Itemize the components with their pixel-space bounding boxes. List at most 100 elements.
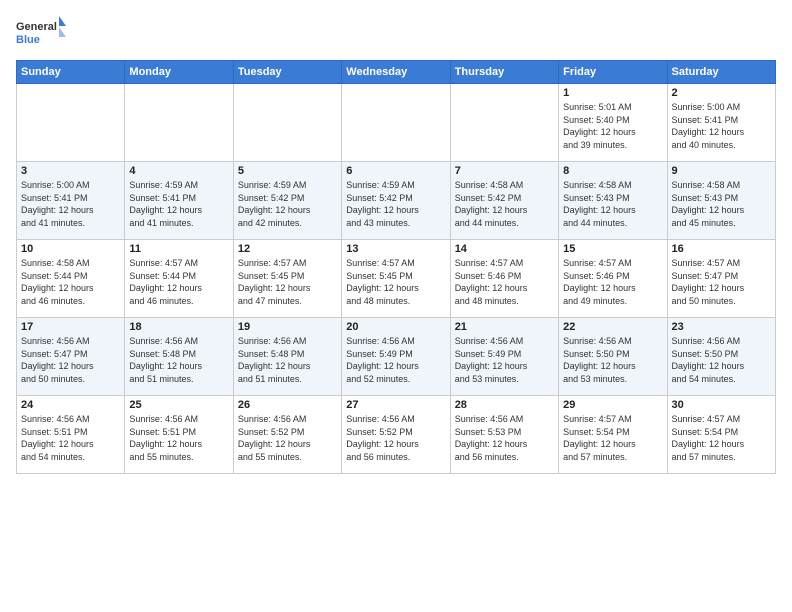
day-info: Sunrise: 4:58 AM Sunset: 5:43 PM Dayligh…: [672, 179, 771, 229]
day-info: Sunrise: 4:56 AM Sunset: 5:49 PM Dayligh…: [346, 335, 445, 385]
day-number: 9: [672, 165, 771, 177]
calendar-cell: 25Sunrise: 4:56 AM Sunset: 5:51 PM Dayli…: [125, 396, 233, 474]
calendar-cell: 2 Sunrise: 5:00 AM Sunset: 5:41 PM Daylig…: [667, 84, 775, 162]
day-info: Sunrise: 4:58 AM Sunset: 5:43 PM Dayligh…: [563, 179, 662, 229]
header: General Blue: [16, 16, 776, 48]
day-info: Sunrise: 4:57 AM Sunset: 5:46 PM Dayligh…: [563, 257, 662, 307]
weekday-header: Saturday: [667, 61, 775, 84]
calendar-cell: 24Sunrise: 4:56 AM Sunset: 5:51 PM Dayli…: [17, 396, 125, 474]
calendar-cell: 21 Sunrise: 4:56 AM Sunset: 5:49 PM Dayli…: [450, 318, 558, 396]
day-number: 18: [129, 321, 228, 333]
day-info: Sunrise: 4:56 AM Sunset: 5:50 PM Dayligh…: [563, 335, 662, 385]
calendar-cell: 5 Sunrise: 4:59 AM Sunset: 5:42 PM Daylig…: [233, 162, 341, 240]
calendar-cell: 10Sunrise: 4:58 AM Sunset: 5:44 PM Dayli…: [17, 240, 125, 318]
day-number: 8: [563, 165, 662, 177]
day-number: 30: [672, 399, 771, 411]
day-number: 2: [672, 87, 771, 99]
calendar-cell: 30 Sunrise: 4:57 AM Sunset: 5:54 PM Dayli…: [667, 396, 775, 474]
day-info: Sunrise: 4:56 AM Sunset: 5:47 PM Dayligh…: [21, 335, 120, 385]
calendar-week-row: 1Sunrise: 5:01 AM Sunset: 5:40 PM Daylig…: [17, 84, 776, 162]
day-number: 16: [672, 243, 771, 255]
calendar-cell: 23Sunrise: 4:56 AM Sunset: 5:50 PM Dayli…: [667, 318, 775, 396]
calendar: SundayMondayTuesdayWednesdayThursdayFrid…: [16, 60, 776, 474]
day-info: Sunrise: 4:56 AM Sunset: 5:48 PM Dayligh…: [238, 335, 337, 385]
calendar-cell: 1Sunrise: 5:01 AM Sunset: 5:40 PM Daylig…: [559, 84, 667, 162]
day-info: Sunrise: 4:57 AM Sunset: 5:54 PM Dayligh…: [672, 413, 771, 463]
day-info: Sunrise: 4:57 AM Sunset: 5:47 PM Dayligh…: [672, 257, 771, 307]
day-info: Sunrise: 4:56 AM Sunset: 5:48 PM Dayligh…: [129, 335, 228, 385]
day-info: Sunrise: 4:56 AM Sunset: 5:52 PM Dayligh…: [346, 413, 445, 463]
calendar-cell: [125, 84, 233, 162]
calendar-cell: 4 Sunrise: 4:59 AM Sunset: 5:41 PM Daylig…: [125, 162, 233, 240]
day-number: 27: [346, 399, 445, 411]
calendar-cell: [450, 84, 558, 162]
day-info: Sunrise: 4:57 AM Sunset: 5:45 PM Dayligh…: [346, 257, 445, 307]
day-info: Sunrise: 4:57 AM Sunset: 5:54 PM Dayligh…: [563, 413, 662, 463]
calendar-cell: 14 Sunrise: 4:57 AM Sunset: 5:46 PM Dayli…: [450, 240, 558, 318]
day-number: 6: [346, 165, 445, 177]
svg-text:Blue: Blue: [16, 34, 40, 46]
calendar-cell: 22 Sunrise: 4:56 AM Sunset: 5:50 PM Dayli…: [559, 318, 667, 396]
day-info: Sunrise: 4:57 AM Sunset: 5:44 PM Dayligh…: [129, 257, 228, 307]
day-number: 15: [563, 243, 662, 255]
day-number: 20: [346, 321, 445, 333]
day-info: Sunrise: 4:57 AM Sunset: 5:45 PM Dayligh…: [238, 257, 337, 307]
calendar-cell: 6 Sunrise: 4:59 AM Sunset: 5:42 PM Daylig…: [342, 162, 450, 240]
calendar-cell: 3Sunrise: 5:00 AM Sunset: 5:41 PM Daylig…: [17, 162, 125, 240]
logo-svg: General Blue: [16, 16, 66, 48]
day-info: Sunrise: 4:57 AM Sunset: 5:46 PM Dayligh…: [455, 257, 554, 307]
day-number: 25: [129, 399, 228, 411]
calendar-cell: 18 Sunrise: 4:56 AM Sunset: 5:48 PM Dayli…: [125, 318, 233, 396]
day-info: Sunrise: 4:59 AM Sunset: 5:41 PM Dayligh…: [129, 179, 228, 229]
weekday-header: Tuesday: [233, 61, 341, 84]
calendar-cell: 29 Sunrise: 4:57 AM Sunset: 5:54 PM Dayli…: [559, 396, 667, 474]
weekday-header: Monday: [125, 61, 233, 84]
calendar-cell: [233, 84, 341, 162]
calendar-cell: 27 Sunrise: 4:56 AM Sunset: 5:52 PM Dayli…: [342, 396, 450, 474]
logo: General Blue: [16, 16, 66, 48]
day-number: 5: [238, 165, 337, 177]
calendar-cell: 20 Sunrise: 4:56 AM Sunset: 5:49 PM Dayli…: [342, 318, 450, 396]
calendar-cell: 13 Sunrise: 4:57 AM Sunset: 5:45 PM Dayli…: [342, 240, 450, 318]
calendar-cell: 19Sunrise: 4:56 AM Sunset: 5:48 PM Dayli…: [233, 318, 341, 396]
calendar-week-row: 17Sunrise: 4:56 AM Sunset: 5:47 PM Dayli…: [17, 318, 776, 396]
calendar-cell: 28 Sunrise: 4:56 AM Sunset: 5:53 PM Dayli…: [450, 396, 558, 474]
day-number: 4: [129, 165, 228, 177]
day-number: 29: [563, 399, 662, 411]
weekday-header: Thursday: [450, 61, 558, 84]
calendar-cell: 17Sunrise: 4:56 AM Sunset: 5:47 PM Dayli…: [17, 318, 125, 396]
day-info: Sunrise: 5:01 AM Sunset: 5:40 PM Dayligh…: [563, 101, 662, 151]
day-number: 11: [129, 243, 228, 255]
calendar-cell: 15 Sunrise: 4:57 AM Sunset: 5:46 PM Dayli…: [559, 240, 667, 318]
day-number: 22: [563, 321, 662, 333]
day-info: Sunrise: 4:56 AM Sunset: 5:52 PM Dayligh…: [238, 413, 337, 463]
calendar-cell: 9 Sunrise: 4:58 AM Sunset: 5:43 PM Daylig…: [667, 162, 775, 240]
calendar-week-row: 24Sunrise: 4:56 AM Sunset: 5:51 PM Dayli…: [17, 396, 776, 474]
weekday-header-row: SundayMondayTuesdayWednesdayThursdayFrid…: [17, 61, 776, 84]
calendar-cell: 26 Sunrise: 4:56 AM Sunset: 5:52 PM Dayli…: [233, 396, 341, 474]
day-info: Sunrise: 4:56 AM Sunset: 5:51 PM Dayligh…: [21, 413, 120, 463]
calendar-cell: 16 Sunrise: 4:57 AM Sunset: 5:47 PM Dayli…: [667, 240, 775, 318]
day-number: 7: [455, 165, 554, 177]
day-info: Sunrise: 5:00 AM Sunset: 5:41 PM Dayligh…: [21, 179, 120, 229]
day-number: 21: [455, 321, 554, 333]
day-info: Sunrise: 4:56 AM Sunset: 5:49 PM Dayligh…: [455, 335, 554, 385]
day-number: 14: [455, 243, 554, 255]
calendar-cell: 12Sunrise: 4:57 AM Sunset: 5:45 PM Dayli…: [233, 240, 341, 318]
weekday-header: Wednesday: [342, 61, 450, 84]
day-info: Sunrise: 4:58 AM Sunset: 5:42 PM Dayligh…: [455, 179, 554, 229]
calendar-week-row: 3Sunrise: 5:00 AM Sunset: 5:41 PM Daylig…: [17, 162, 776, 240]
page: General Blue SundayMondayTuesdayWednesda…: [0, 0, 792, 612]
calendar-cell: 8 Sunrise: 4:58 AM Sunset: 5:43 PM Daylig…: [559, 162, 667, 240]
day-number: 26: [238, 399, 337, 411]
day-number: 28: [455, 399, 554, 411]
day-number: 23: [672, 321, 771, 333]
day-info: Sunrise: 4:59 AM Sunset: 5:42 PM Dayligh…: [346, 179, 445, 229]
day-info: Sunrise: 4:59 AM Sunset: 5:42 PM Dayligh…: [238, 179, 337, 229]
weekday-header: Sunday: [17, 61, 125, 84]
day-info: Sunrise: 4:56 AM Sunset: 5:53 PM Dayligh…: [455, 413, 554, 463]
day-info: Sunrise: 5:00 AM Sunset: 5:41 PM Dayligh…: [672, 101, 771, 151]
calendar-week-row: 10Sunrise: 4:58 AM Sunset: 5:44 PM Dayli…: [17, 240, 776, 318]
calendar-cell: [17, 84, 125, 162]
day-number: 13: [346, 243, 445, 255]
